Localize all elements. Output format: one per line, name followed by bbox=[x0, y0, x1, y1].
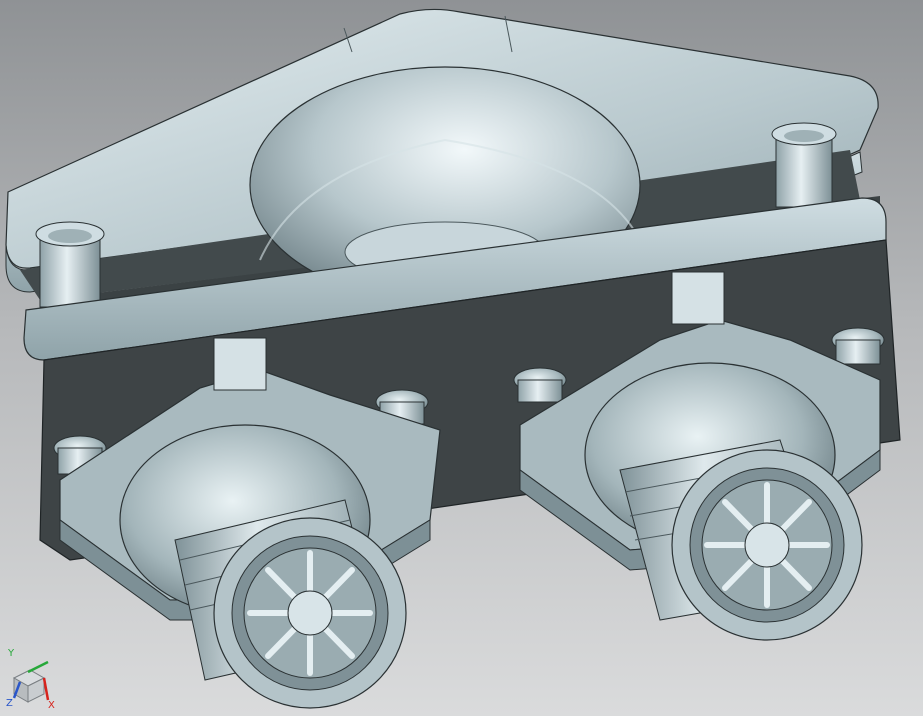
post-right-upper[interactable] bbox=[771, 122, 837, 208]
x-axis-icon bbox=[42, 677, 50, 701]
boss-mid-right-small bbox=[513, 367, 567, 403]
z-axis-label: Z bbox=[6, 698, 13, 709]
x-axis-label: X bbox=[48, 700, 55, 711]
y-axis-label: Y bbox=[7, 648, 15, 659]
3d-model-view[interactable] bbox=[0, 0, 923, 716]
y-axis-icon bbox=[27, 660, 49, 674]
view-triad-icon[interactable]: Y X Z bbox=[4, 640, 64, 712]
graphics-viewport[interactable]: Y X Z bbox=[0, 0, 923, 716]
boss-right-small bbox=[831, 327, 885, 365]
post-left-upper[interactable] bbox=[35, 221, 105, 308]
